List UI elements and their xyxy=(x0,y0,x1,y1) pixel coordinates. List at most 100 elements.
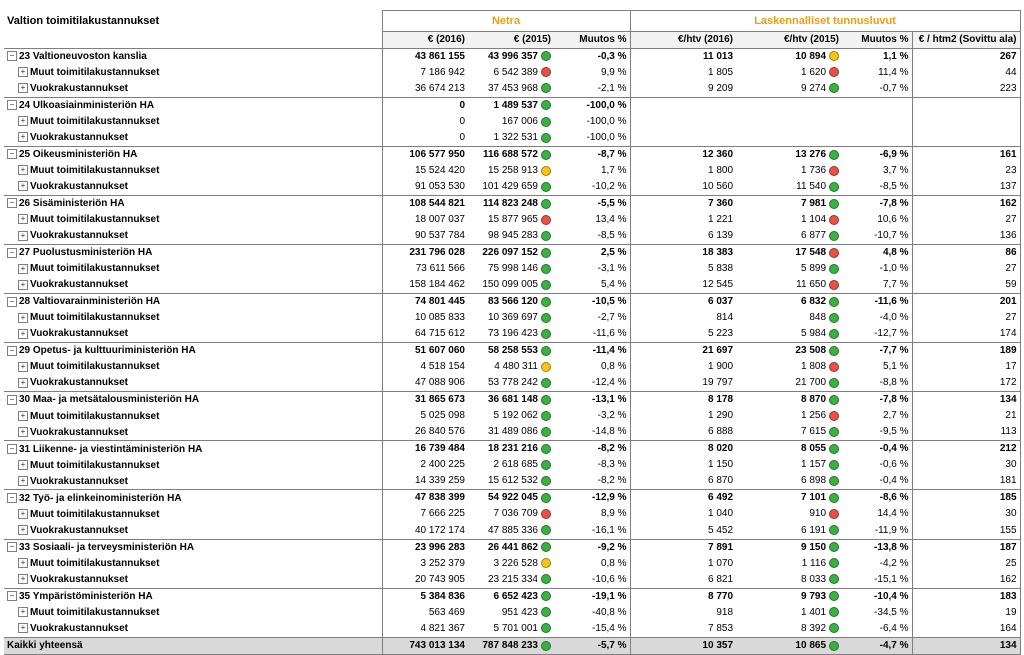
change-pct-htv-cell: 7,7 % xyxy=(842,277,913,294)
expand-toggle-icon[interactable]: + xyxy=(18,459,28,470)
per-htm2-cell: 44 xyxy=(912,64,1021,81)
cost-2015-cell: 75 998 146 xyxy=(468,261,554,277)
cost-2015-cell-value: 26 441 862 xyxy=(487,541,538,553)
row-label-cell: + Vuokrakustannukset xyxy=(4,424,382,441)
cost-2015-cell: 101 429 659 xyxy=(468,179,554,196)
expand-toggle-icon[interactable]: + xyxy=(18,116,28,127)
status-dot-icon xyxy=(829,574,840,585)
change-pct-cell: -3,2 % xyxy=(554,408,631,425)
change-pct-cell-value: -3,2 % xyxy=(597,410,627,422)
table-row: −26 Sisäministeriön HA 108 544 821 114 823… xyxy=(4,194,1021,212)
cost-2016-cell-value: 0 xyxy=(459,99,465,111)
row-label: Vuokrakustannukset xyxy=(30,82,128,94)
change-pct-htv-cell-value: -8,8 % xyxy=(879,377,909,389)
cost-2015-cell: 116 688 572 xyxy=(468,145,554,163)
change-pct-htv-cell-value: -15,1 % xyxy=(874,573,909,585)
status-dot-icon xyxy=(829,444,840,455)
collapse-toggle-icon[interactable]: − xyxy=(7,394,17,405)
collapse-toggle-icon[interactable]: − xyxy=(7,542,17,553)
per-htv-2016-cell: 6 888 xyxy=(630,424,736,441)
cost-2016-cell-value: 73 611 566 xyxy=(415,263,465,274)
expand-toggle-icon[interactable]: + xyxy=(18,312,28,323)
expand-toggle-icon[interactable]: + xyxy=(18,132,28,143)
expand-toggle-icon[interactable]: + xyxy=(18,361,28,372)
change-pct-cell-value: -12,4 % xyxy=(592,377,627,389)
table-row: −31 Liikenne- ja viestintäministeriön HA… xyxy=(4,440,1021,458)
expand-toggle-icon[interactable]: + xyxy=(18,475,28,486)
collapse-toggle-icon[interactable]: − xyxy=(7,591,17,602)
per-htm2-cell: 136 xyxy=(912,227,1021,245)
per-htv-2016-cell-value: 8 020 xyxy=(707,443,734,455)
per-htv-2015-cell: 1 736 xyxy=(736,163,842,179)
cost-2016-cell: 23 996 283 xyxy=(381,538,468,556)
cost-2016-cell: 40 172 174 xyxy=(381,522,468,540)
status-dot-icon xyxy=(541,378,551,389)
row-label: Muut toimitilakustannukset xyxy=(30,459,160,471)
column-header[interactable]: € (2016) xyxy=(381,31,468,49)
column-header[interactable]: Muutos % xyxy=(554,31,631,49)
per-htv-2015-cell-value: 10 865 xyxy=(795,639,827,651)
row-label: Muut toimitilakustannukset xyxy=(30,361,160,373)
per-htv-2016-cell-value: 11 013 xyxy=(702,50,734,62)
row-label-cell: + Vuokrakustannukset xyxy=(4,326,382,343)
table-row: + Vuokrakustannukset 91 053 530 101 429 659… xyxy=(4,178,1021,196)
expand-toggle-icon[interactable]: + xyxy=(18,574,28,585)
expand-toggle-icon[interactable]: + xyxy=(18,607,28,618)
per-htv-2016-cell: 6 821 xyxy=(630,572,736,589)
per-htm2-cell-value: 113 xyxy=(1000,426,1017,438)
per-htv-2015-cell: 7 615 xyxy=(736,424,842,441)
cost-2016-cell: 5 384 836 xyxy=(381,587,468,605)
collapse-toggle-icon[interactable]: − xyxy=(7,51,17,62)
expand-toggle-icon[interactable]: + xyxy=(18,558,28,569)
cost-2016-cell: 563 469 xyxy=(381,604,468,621)
expand-toggle-icon[interactable]: + xyxy=(18,181,28,192)
column-header[interactable]: € (2015) xyxy=(468,31,554,49)
collapse-toggle-icon[interactable]: − xyxy=(7,149,17,160)
expand-toggle-icon[interactable]: + xyxy=(18,509,28,520)
collapse-toggle-icon[interactable]: − xyxy=(7,198,17,209)
change-pct-cell-value: -40,8 % xyxy=(592,606,627,618)
expand-toggle-icon[interactable]: + xyxy=(18,623,28,634)
change-pct-htv-cell: -0,7 % xyxy=(842,80,913,98)
expand-toggle-icon[interactable]: + xyxy=(18,263,28,274)
per-htm2-cell xyxy=(912,113,1021,130)
expand-toggle-icon[interactable]: + xyxy=(18,410,28,421)
expand-toggle-icon[interactable]: + xyxy=(18,328,28,339)
expand-toggle-icon[interactable]: + xyxy=(18,230,28,241)
collapse-toggle-icon[interactable]: − xyxy=(7,345,17,356)
row-label-cell: + Vuokrakustannukset xyxy=(4,228,382,245)
expand-toggle-icon[interactable]: + xyxy=(18,525,28,536)
expand-toggle-icon[interactable]: + xyxy=(18,214,28,225)
expand-toggle-icon[interactable]: + xyxy=(18,279,28,290)
status-dot-icon xyxy=(541,509,551,520)
cost-2016-cell: 0 xyxy=(381,96,468,114)
per-htm2-cell: 21 xyxy=(912,408,1021,425)
row-label: Muut toimitilakustannukset xyxy=(30,214,160,226)
expand-toggle-icon[interactable]: + xyxy=(18,165,28,176)
column-header[interactable]: €/htv (2016) xyxy=(630,31,737,49)
collapse-toggle-icon[interactable]: − xyxy=(7,493,17,504)
collapse-toggle-icon[interactable]: − xyxy=(7,100,17,111)
table-row: + Muut toimitilakustannukset 2 400 225 2 61… xyxy=(4,457,1021,474)
status-dot-icon xyxy=(541,263,551,274)
column-header[interactable]: € / htm2 (Sovittu ala) xyxy=(912,31,1021,49)
column-header[interactable]: Muutos % xyxy=(842,31,913,49)
column-header[interactable]: €/htv (2015) xyxy=(736,31,843,49)
change-pct-htv-cell-value: -7,8 % xyxy=(879,197,909,209)
per-htv-2015-cell: 10 894 xyxy=(736,47,843,65)
cost-2016-cell: 743 013 134 xyxy=(381,636,468,655)
row-label: Vuokrakustannukset xyxy=(30,622,128,634)
expand-toggle-icon[interactable]: + xyxy=(18,67,28,78)
cost-2016-cell: 26 840 576 xyxy=(381,424,468,441)
expand-toggle-icon[interactable]: + xyxy=(18,83,28,94)
expand-toggle-icon[interactable]: + xyxy=(18,426,28,437)
per-htv-2015-cell-value: 1 256 xyxy=(800,410,827,422)
expand-toggle-icon[interactable]: + xyxy=(18,377,28,388)
per-htv-2016-cell-value: 6 139 xyxy=(707,229,734,241)
collapse-toggle-icon[interactable]: − xyxy=(7,296,17,307)
cost-2015-cell-value: 3 226 528 xyxy=(493,557,539,569)
collapse-toggle-icon[interactable]: − xyxy=(7,443,17,454)
collapse-toggle-icon[interactable]: − xyxy=(7,247,17,258)
change-pct-htv-cell xyxy=(842,96,913,114)
per-htv-2015-cell-value: 9 274 xyxy=(800,82,827,94)
